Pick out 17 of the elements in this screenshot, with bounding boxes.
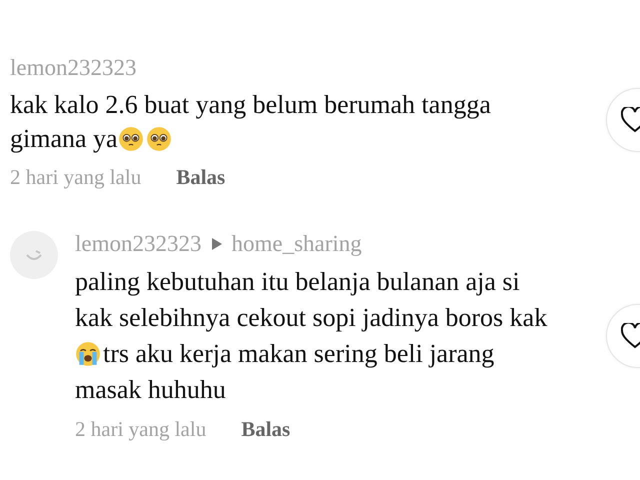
timestamp: 2 hari yang lalu <box>10 164 142 190</box>
reply-link[interactable]: Balas <box>176 164 226 190</box>
comment-text: masak huhuhu <box>75 375 226 405</box>
triangle-icon <box>212 238 222 250</box>
comment-text: paling kebutuhan itu belanja bulanan aja si <box>75 267 520 297</box>
username[interactable]: home_sharing <box>232 231 362 257</box>
comment-text: kak kalo 2.6 buat yang belum berumah tangga <box>10 90 491 120</box>
pleading-face-icon <box>118 126 144 152</box>
crying-face-icon <box>75 341 101 367</box>
timestamp: 2 hari yang lalu <box>75 416 206 442</box>
comment-text: trs aku kerja makan sering beli jarang <box>103 339 494 369</box>
comment-text: kak selebihnya cekout sopi jadinya boros kak <box>75 303 548 333</box>
pleading-face-icon <box>146 126 172 152</box>
username[interactable]: lemon232323 <box>10 55 136 81</box>
username[interactable]: lemon232323 <box>75 231 202 257</box>
comment-text: gimana ya <box>10 124 118 154</box>
reply-link[interactable]: Balas <box>241 416 290 442</box>
